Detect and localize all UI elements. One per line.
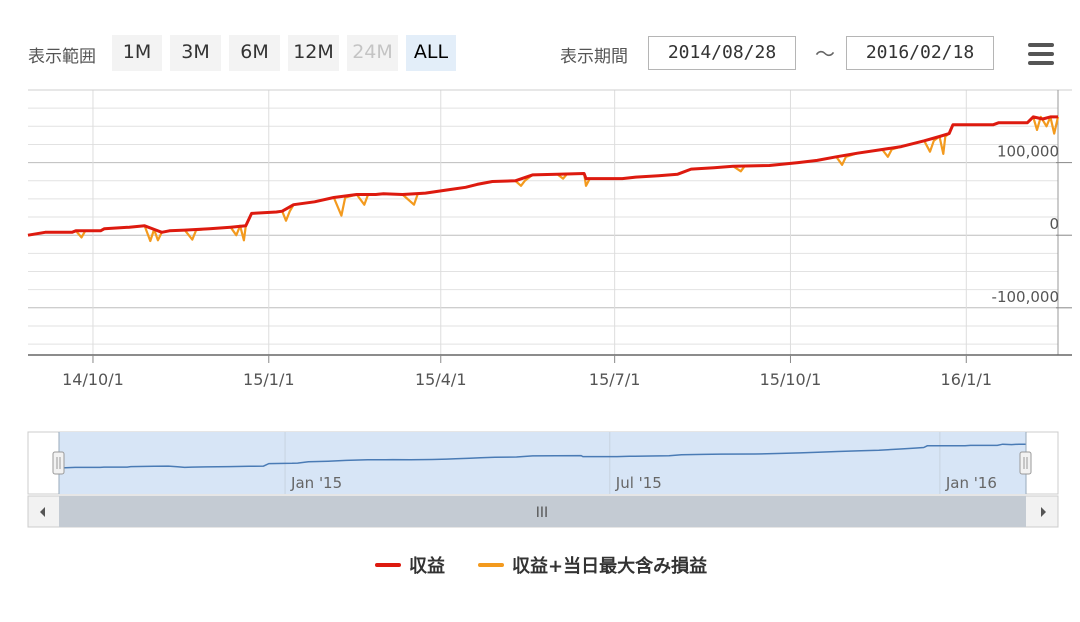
navigator-tick-label: Jul '15 — [615, 474, 662, 492]
legend-item-profit[interactable]: 収益 — [375, 552, 445, 578]
legend-label-profit: 収益 — [409, 556, 445, 577]
chart-legend: 収益 収益+当日最大含み損益 — [0, 552, 1080, 578]
legend-item-profit-max[interactable]: 収益+当日最大含み損益 — [478, 552, 707, 578]
legend-label-profit-max: 収益+当日最大含み損益 — [512, 556, 708, 577]
profit-chart: 100,000 0 -100,000 14/10/1 15/1/1 15/4/1 15/7… — [27, 89, 1072, 528]
x-tick-label: 15/1/1 — [243, 370, 295, 389]
y-axis-ticks: 100,000 0 -100,000 — [992, 143, 1072, 309]
y-tick-label: 100,000 — [997, 143, 1059, 161]
x-tick-label: 16/1/1 — [941, 370, 993, 389]
x-tick-label: 15/7/1 — [589, 370, 641, 389]
y-tick-label: 0 — [1049, 215, 1059, 233]
scrollbar[interactable]: III — [27, 495, 1059, 528]
series-group — [27, 115, 1060, 243]
x-tick-label: 15/10/1 — [760, 370, 822, 389]
y-tick-label: -100,000 — [992, 288, 1059, 306]
navigator-left-handle[interactable] — [52, 451, 65, 475]
legend-swatch-profit-max — [478, 563, 504, 567]
legend-swatch-profit — [375, 563, 401, 567]
x-tick-label: 15/4/1 — [415, 370, 467, 389]
navigator-selected-range[interactable] — [59, 432, 1026, 494]
x-axis-ticks: 14/10/1 15/1/1 15/4/1 15/7/1 15/10/1 16/1/1 — [62, 355, 992, 389]
series-line-profit-max — [27, 115, 1060, 243]
navigator-tick-label: Jan '16 — [945, 474, 997, 492]
x-tick-label: 14/10/1 — [62, 370, 124, 389]
vertical-gridlines — [92, 90, 967, 355]
horizontal-gridlines — [28, 107, 1058, 345]
navigator: Jan '15 Jul '15 Jan '16 — [27, 431, 1059, 495]
scrollbar-grip: III — [536, 505, 548, 521]
navigator-right-handle[interactable] — [1019, 451, 1032, 475]
navigator-tick-label: Jan '15 — [290, 474, 342, 492]
